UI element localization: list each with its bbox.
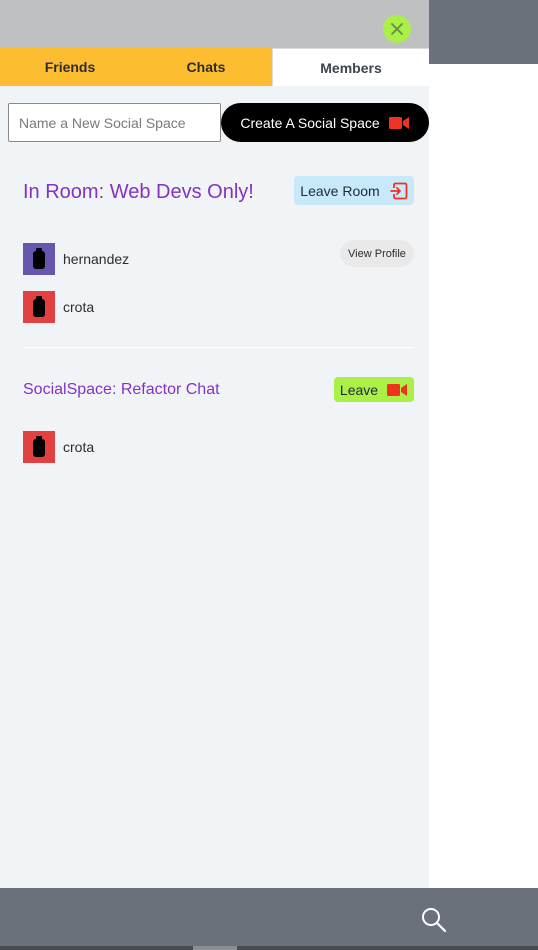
user-silhouette-icon [33, 296, 45, 317]
leave-label: Leave [339, 381, 379, 398]
social-panel: Friends Chats Members Create A Social Sp… [0, 0, 429, 888]
right-header-bar [429, 0, 538, 64]
video-camera-icon [388, 116, 409, 129]
avatar [23, 291, 55, 323]
leave-room-label: Leave Room [300, 182, 380, 199]
user-silhouette-icon [33, 248, 45, 269]
room-member-row[interactable]: crota [23, 291, 414, 323]
view-profile-button[interactable]: View Profile [340, 240, 414, 267]
create-social-space-label: Create A Social Space [240, 114, 380, 131]
close-button[interactable] [383, 15, 411, 43]
avatar [23, 243, 55, 275]
close-icon [391, 23, 403, 35]
create-social-space-button[interactable]: Create A Social Space [221, 103, 429, 142]
room-title: In Room: Web Devs Only! [23, 181, 254, 203]
social-space-title: SocialSpace: Refactor Chat [23, 381, 220, 398]
bottom-tab-hint [193, 946, 237, 950]
bottom-strip [0, 946, 538, 950]
tab-members[interactable]: Members [272, 48, 429, 86]
space-member-row[interactable]: crota [23, 431, 414, 463]
leave-room-button[interactable]: Leave Room [294, 176, 414, 205]
tab-chats[interactable]: Chats [140, 48, 272, 86]
panel-top-bar [0, 0, 429, 48]
tab-bar: Friends Chats Members [0, 48, 429, 86]
member-name: hernandez [63, 251, 130, 267]
main-content-area [429, 64, 538, 888]
exit-door-icon [389, 182, 408, 199]
user-silhouette-icon [33, 436, 45, 457]
bottom-bar [0, 888, 538, 950]
leave-social-space-button[interactable]: Leave [334, 377, 414, 402]
search-button[interactable] [419, 905, 449, 935]
tab-friends[interactable]: Friends [0, 48, 140, 86]
new-social-space-input[interactable] [8, 103, 221, 142]
member-name: crota [63, 439, 95, 455]
avatar [23, 431, 55, 463]
section-divider [23, 347, 414, 348]
video-camera-icon [387, 383, 408, 396]
member-name: crota [63, 299, 95, 315]
search-icon [422, 908, 447, 933]
